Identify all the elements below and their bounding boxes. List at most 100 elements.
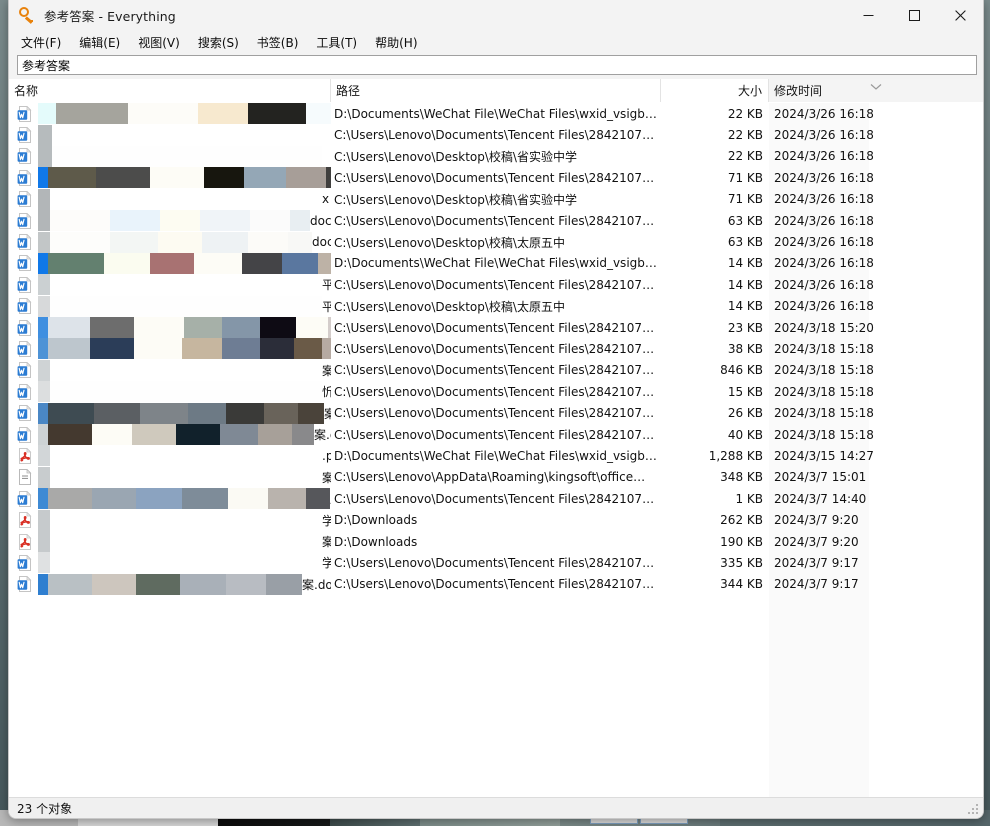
table-row[interactable]: D:\Documents\WeChat File\WeChat Files\wx… [9, 103, 983, 125]
cell-size: 1,288 KB [708, 448, 763, 463]
table-row[interactable]: 案.docxC:\Users\Lenovo\Documents\Tencent … [9, 402, 983, 424]
cell-size: 14 KB [727, 277, 763, 292]
menu-edit[interactable]: 编辑(E) [77, 32, 128, 53]
table-row[interactable]: xC:\Users\Lenovo\Documents\Tencent Files… [9, 167, 983, 189]
file-name-wrap: 案.docx [38, 338, 331, 360]
cell-size: 344 KB [720, 577, 763, 592]
file-name-wrap: 忻州一中.d… [38, 381, 331, 403]
everything-window: 参考答案 - Everything 文件(F) 编辑(E) 视图(V) 搜索(S) 书签… [8, 0, 984, 819]
cell-size: 38 KB [727, 341, 763, 356]
table-row[interactable]: docxC:\Users\Lenovo\Documents\Tencent Fi… [9, 317, 983, 339]
file-name-wrap: 案.docx.EA50… [38, 466, 331, 488]
file-name-wrap: x [38, 188, 331, 210]
cell-path: C:\Users\Lenovo\Documents\Tencent Files\… [334, 277, 655, 292]
table-row[interactable]: 平考试模拟…C:\Users\Lenovo\Desktop\校稿\太原五中 14 … [9, 295, 983, 317]
column-header-date-modified[interactable]: 修改时间 [769, 79, 983, 102]
table-row[interactable]: x C:\Users\Lenovo\Desktop\校稿\省实验中学 71 KB 20… [9, 188, 983, 210]
table-row[interactable]: 案.docxC:\Users\Lenovo\Documents\Tencent … [9, 424, 983, 446]
table-row[interactable]: docxC:\Users\Lenovo\Documents\Tencent Fi… [9, 210, 983, 232]
file-name-wrap: 案.docx [38, 424, 331, 446]
resize-grip[interactable] [968, 804, 980, 816]
cell-name [9, 103, 331, 125]
cell-name: 学.docx [9, 552, 331, 574]
word-file-icon [17, 255, 33, 272]
table-row[interactable]: 学.docxC:\Users\Lenovo\Documents\Tencent … [9, 552, 983, 574]
word-file-icon [17, 340, 33, 357]
table-row[interactable]: docxC:\Users\Lenovo\Desktop\校稿\太原五中 63 KB… [9, 231, 983, 253]
menu-search[interactable]: 搜索(S) [196, 32, 247, 53]
redaction-mosaic [38, 145, 322, 167]
table-row[interactable]: 用.docxC:\Users\Lenovo\Documents\Tencent … [9, 488, 983, 510]
column-header-size[interactable]: 大小 [661, 79, 769, 102]
maximize-button[interactable] [891, 0, 937, 31]
redaction-mosaic [38, 488, 330, 510]
redaction-mosaic [38, 509, 322, 531]
column-header-row: 名称 路径 大小 修改时间 [9, 79, 983, 103]
file-name-fragment: 案.docx [322, 362, 331, 379]
column-header-path[interactable]: 路径 [331, 79, 661, 102]
word-file-icon [17, 319, 33, 336]
cell-name [9, 124, 331, 146]
word-file-icon [17, 298, 33, 315]
table-row[interactable]: 案.pdfD:\Downloads 190 KB 2024/3/7 9:20 [9, 531, 983, 552]
grip-dot [976, 804, 978, 806]
cell-size: 348 KB [720, 470, 763, 485]
table-row[interactable]: 案.docxC:\Users\Lenovo\Documents\Tencent … [9, 338, 983, 360]
menu-help[interactable]: 帮助(H) [373, 32, 425, 53]
cell-name [9, 145, 331, 167]
file-name-fragment: docx [310, 213, 331, 228]
title-bar[interactable]: 参考答案 - Everything [9, 0, 983, 31]
cell-size: 26 KB [727, 406, 763, 421]
cell-name: 平考试模拟… [9, 295, 331, 317]
redaction-mosaic [38, 295, 322, 317]
cell-name: 案.docx [9, 573, 331, 595]
cell-size: 71 KB [727, 192, 763, 207]
cell-size: 63 KB [727, 213, 763, 228]
results-view: 名称 路径 大小 修改时间 D:\Documents\WeChat File\W… [9, 78, 983, 797]
menu-file[interactable]: 文件(F) [19, 32, 69, 53]
file-name-wrap [38, 124, 331, 146]
table-row[interactable]: 案.docxC:\Users\Lenovo\Documents\Tencent … [9, 359, 983, 381]
cell-path: C:\Users\Lenovo\Documents\Tencent Files\… [334, 555, 655, 570]
redaction-mosaic [38, 573, 302, 595]
cell-path: D:\Documents\WeChat File\WeChat Files\wx… [334, 448, 657, 463]
cell-name: 案.docx [9, 338, 331, 360]
cell-size: 335 KB [720, 555, 763, 570]
table-row[interactable]: 案.docx.EA50…C:\Users\Lenovo\AppData\Roam… [9, 466, 983, 488]
menu-view[interactable]: 视图(V) [136, 32, 188, 53]
word-file-icon [17, 490, 33, 507]
file-name-fragment: 案.pdf [322, 533, 331, 550]
cell-name: 案.docx [9, 424, 331, 446]
table-row[interactable]: 学.pdfD:\Downloads 262 KB 2024/3/7 9:20 [9, 509, 983, 531]
redaction-mosaic [38, 402, 324, 424]
table-row[interactable]: C:\Users\Lenovo\Documents\Tencent Files\… [9, 124, 983, 146]
table-row[interactable]: 忻州一中.d…C:\Users\Lenovo\Documents\Tencent… [9, 381, 983, 403]
search-input[interactable] [17, 55, 977, 75]
word-file-icon [17, 362, 33, 379]
close-button[interactable] [937, 0, 983, 31]
file-name-wrap: docx [38, 317, 331, 339]
table-row[interactable]: 案.docxC:\Users\Lenovo\Documents\Tencent … [9, 573, 983, 595]
file-list[interactable]: D:\Documents\WeChat File\WeChat Files\wx… [9, 103, 983, 797]
menu-tools[interactable]: 工具(T) [314, 32, 365, 53]
cell-name: 平考试模拟… [9, 252, 331, 274]
search-bar-container [9, 53, 983, 78]
cell-name: 平考试模拟… [9, 274, 331, 296]
minimize-button[interactable] [845, 0, 891, 31]
table-row[interactable]: C:\Users\Lenovo\Desktop\校稿\省实验中学 22 KB 202… [9, 145, 983, 167]
cell-name: .pdf [9, 445, 331, 467]
redaction-mosaic [38, 466, 322, 488]
table-row[interactable]: 平考试模拟…C:\Users\Lenovo\Documents\Tencent … [9, 274, 983, 296]
column-header-name[interactable]: 名称 [9, 79, 331, 102]
cell-path: C:\Users\Lenovo\Documents\Tencent Files\… [334, 406, 655, 421]
column-header-date-label: 修改时间 [774, 84, 823, 98]
file-name-fragment: .pdf [322, 448, 331, 463]
table-row[interactable]: 平考试模拟…D:\Documents\WeChat File\WeChat Fi… [9, 252, 983, 274]
menu-bookmarks[interactable]: 书签(B) [255, 32, 307, 53]
cell-path: D:\Downloads [334, 534, 418, 549]
redaction-mosaic [38, 252, 331, 274]
cell-size: 1 KB [735, 491, 763, 506]
status-object-count: 23 个对象 [17, 801, 73, 816]
word-file-icon [17, 576, 33, 593]
table-row[interactable]: .pdfD:\Documents\WeChat File\WeChat File… [9, 445, 983, 467]
